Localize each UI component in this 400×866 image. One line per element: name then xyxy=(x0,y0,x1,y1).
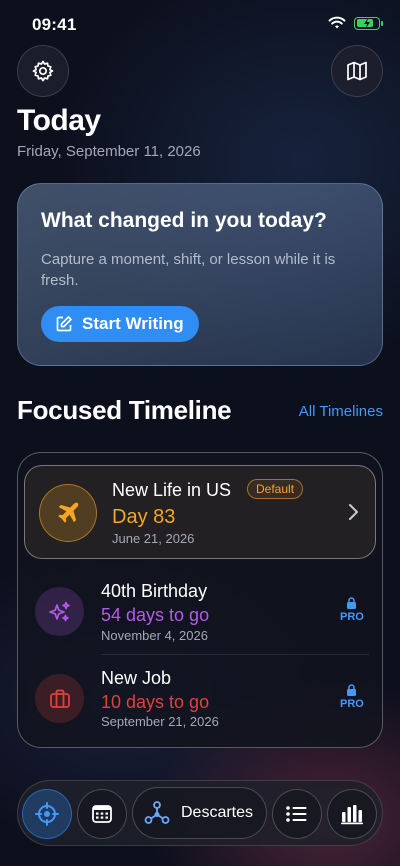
event-countdown: 10 days to go xyxy=(101,692,210,712)
map-button[interactable] xyxy=(331,45,383,97)
network-icon xyxy=(144,801,170,824)
event-name: New Job xyxy=(101,668,172,688)
pro-label: PRO xyxy=(340,698,364,710)
event-name: New Life in US xyxy=(112,480,232,500)
tab-list[interactable] xyxy=(272,789,322,839)
status-icons xyxy=(328,16,383,30)
bar-chart-icon xyxy=(341,805,363,825)
prompt-subtitle: Capture a moment, shift, or lesson while… xyxy=(41,251,336,289)
tab-descartes-label: Descartes xyxy=(181,804,254,821)
status-time: 09:41 xyxy=(32,15,77,34)
lock-icon xyxy=(347,684,357,696)
start-writing-label: Start Writing xyxy=(82,314,184,333)
section-title: Focused Timeline xyxy=(17,395,232,425)
pro-badge[interactable]: PRO xyxy=(340,684,364,710)
pro-badge[interactable]: PRO xyxy=(340,597,364,623)
event-icon-badge xyxy=(35,587,84,636)
row-divider xyxy=(101,654,369,655)
wifi-icon xyxy=(328,16,346,29)
event-date: November 4, 2026 xyxy=(101,628,208,643)
calendar-icon xyxy=(92,805,112,823)
tab-stats[interactable] xyxy=(327,789,377,839)
pro-label: PRO xyxy=(340,611,364,623)
page-date: Friday, September 11, 2026 xyxy=(17,143,201,160)
list-icon xyxy=(286,806,307,822)
compose-icon xyxy=(56,316,72,332)
settings-button[interactable] xyxy=(17,45,69,97)
lock-icon xyxy=(347,597,357,609)
tab-descartes[interactable]: Descartes xyxy=(132,787,267,839)
airplane-icon xyxy=(58,502,79,523)
map-icon xyxy=(347,61,367,81)
gear-icon xyxy=(32,60,54,82)
tab-calendar[interactable] xyxy=(77,789,127,839)
start-writing-button[interactable]: Start Writing xyxy=(41,306,199,342)
battery-icon xyxy=(354,16,383,30)
tab-focus[interactable] xyxy=(22,789,72,839)
all-timelines-link[interactable]: All Timelines xyxy=(299,403,383,420)
event-name: 40th Birthday xyxy=(101,581,208,601)
event-icon-badge xyxy=(39,484,97,542)
briefcase-icon xyxy=(49,689,70,708)
event-date: June 21, 2026 xyxy=(112,531,195,546)
prompt-title: What changed in you today? xyxy=(41,209,327,232)
sparkles-icon xyxy=(48,601,70,621)
chevron-right-icon xyxy=(349,504,358,520)
event-countdown: 54 days to go xyxy=(101,605,210,625)
crosshair-icon xyxy=(35,802,59,826)
event-day-count: Day 83 xyxy=(112,506,176,528)
default-badge: Default xyxy=(247,479,304,499)
event-icon-badge xyxy=(35,674,84,723)
page-title: Today xyxy=(17,104,101,137)
event-date: September 21, 2026 xyxy=(101,714,219,729)
